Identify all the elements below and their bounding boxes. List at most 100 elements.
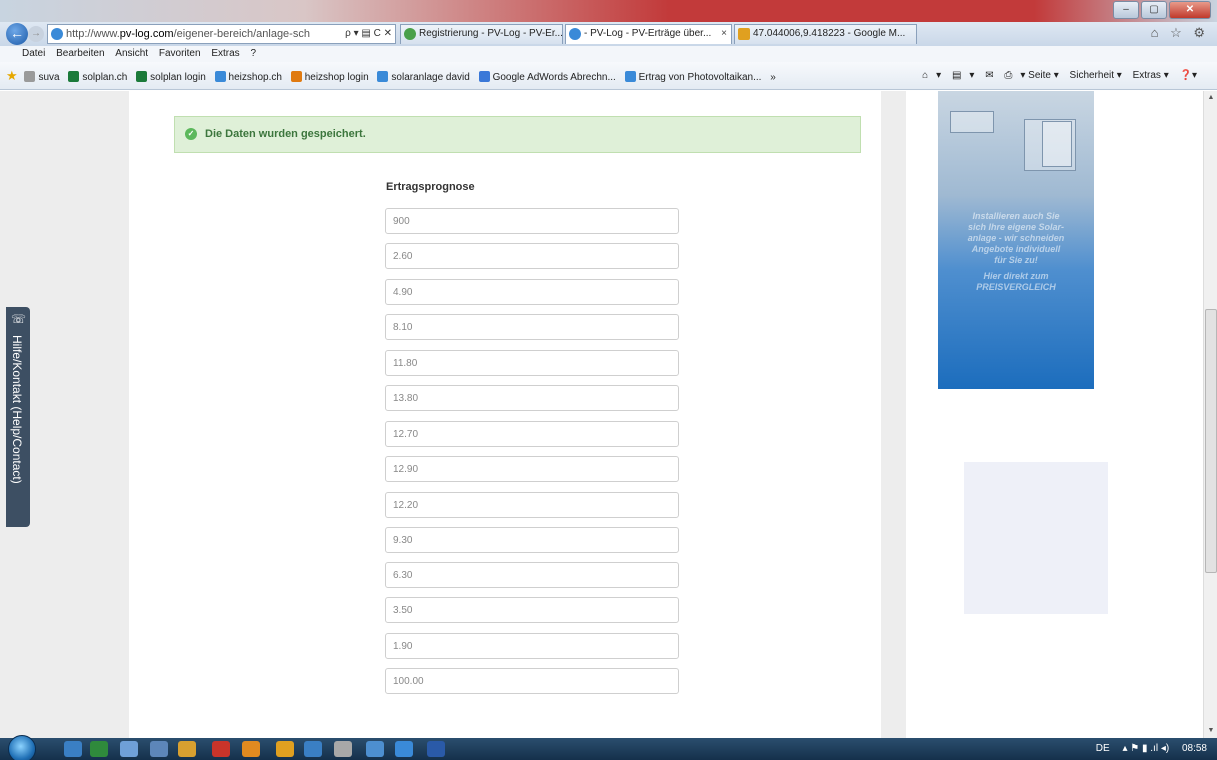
back-button[interactable]: ← <box>6 23 28 45</box>
favorite-ertrag-photovoltaik[interactable]: Ertrag von Photovoltaikan... <box>624 64 761 89</box>
google-icon <box>478 71 490 82</box>
november-input[interactable] <box>385 597 679 623</box>
januar-input[interactable] <box>385 243 679 269</box>
favorite-heizshop[interactable]: heizshop.ch <box>214 64 282 89</box>
ad-line: Installieren auch Sie <box>972 211 1060 221</box>
vertical-scrollbar[interactable]: ▲ ▼ <box>1203 91 1217 738</box>
browser-toolbar-icons[interactable]: ⌂ ☆ ⚙ <box>1151 25 1209 41</box>
favorite-solplan-login[interactable]: solplan login <box>136 64 206 89</box>
windows-taskbar: DE ▴ ⚑ ▮ .ıl ◂) 08:58 <box>0 735 1217 760</box>
scroll-thumb[interactable] <box>1205 309 1217 573</box>
word-taskbar-icon[interactable] <box>427 741 445 757</box>
maerz-input[interactable] <box>385 314 679 340</box>
building-illustration <box>946 111 1086 191</box>
app-taskbar-icon[interactable] <box>150 741 168 757</box>
tab-pv-log-active[interactable]: - PV-Log - PV-Erträge über... × <box>565 24 732 44</box>
form-row-februar: Februar in % <box>150 279 680 305</box>
print-icon[interactable]: ⎙ <box>1004 70 1012 81</box>
form-title: Ertragsprognose <box>386 181 475 193</box>
tray-icons[interactable]: ▴ ⚑ ▮ .ıl ◂) <box>1122 743 1169 754</box>
mai-input[interactable] <box>385 385 679 411</box>
mail-icon[interactable]: ✉ <box>985 70 993 81</box>
menu-bearbeiten[interactable]: Bearbeiten <box>56 48 104 59</box>
sicherheit-menu[interactable]: Sicherheit ▾ <box>1070 70 1122 81</box>
excel-taskbar-icon[interactable] <box>90 741 108 757</box>
menu-ansicht[interactable]: Ansicht <box>115 48 148 59</box>
clock[interactable]: 08:58 <box>1182 743 1207 754</box>
favorite-suva[interactable]: suva <box>24 64 60 89</box>
juni-input[interactable] <box>385 421 679 447</box>
summe-input[interactable] <box>385 668 679 694</box>
ie-taskbar-icon[interactable] <box>395 741 413 757</box>
favorite-label: solplan login <box>150 72 206 83</box>
app-taskbar-icon[interactable] <box>120 741 138 757</box>
solplan-icon <box>136 71 148 82</box>
ad-line: Angebote individuell <box>971 244 1061 254</box>
september-input[interactable] <box>385 527 679 553</box>
menu-bar: Datei Bearbeiten Ansicht Favoriten Extra… <box>0 46 1217 62</box>
app-taskbar-icon[interactable] <box>212 741 230 757</box>
app-taskbar-icon[interactable] <box>334 741 352 757</box>
explorer-taskbar-icon[interactable] <box>64 741 82 757</box>
favorite-heizshop-login[interactable]: heizshop login <box>290 64 369 89</box>
app-taskbar-icon[interactable] <box>178 741 196 757</box>
menu-help[interactable]: ? <box>250 48 256 59</box>
start-button[interactable] <box>8 735 36 760</box>
tab-google-maps[interactable]: 47.044006,9.418223 - Google M... <box>734 24 917 44</box>
home-icon[interactable]: ⌂ <box>922 70 928 81</box>
app-taskbar-icon[interactable] <box>242 741 260 757</box>
app-taskbar-icon[interactable] <box>366 741 384 757</box>
window-shape <box>1042 121 1072 167</box>
favorites-star-icon[interactable]: ★ <box>6 62 18 89</box>
favorites-bar: ★ suva solplan.ch solplan login heizshop… <box>0 62 1217 90</box>
minimize-button[interactable]: – <box>1113 1 1139 19</box>
feeds-dropdown[interactable]: ▾ <box>969 70 974 81</box>
megaphone-icon: ☏ <box>11 312 27 326</box>
april-input[interactable] <box>385 350 679 376</box>
home-dropdown[interactable]: ▾ <box>936 70 941 81</box>
scroll-down-arrow-icon[interactable]: ▼ <box>1204 724 1217 738</box>
forward-button[interactable]: → <box>28 26 44 42</box>
seite-menu[interactable]: ▾ Seite ▾ <box>1020 70 1058 81</box>
help-contact-tab[interactable]: ☏ Hilfe/Kontakt (Help/Contact) <box>6 307 30 527</box>
favorite-solplan[interactable]: solplan.ch <box>68 64 127 89</box>
tab-label: - PV-Log - PV-Erträge über... <box>584 28 712 39</box>
menu-extras[interactable]: Extras <box>211 48 239 59</box>
favorite-google-adwords[interactable]: Google AdWords Abrechn... <box>478 64 616 89</box>
address-bar[interactable]: http://www.pv-log.com/eigener-bereich/an… <box>47 24 396 44</box>
feeds-icon[interactable]: ▤ <box>952 70 961 81</box>
close-tab-icon[interactable]: × <box>721 25 727 43</box>
maximize-button[interactable]: ▢ <box>1141 1 1167 19</box>
form-row-oktober: Oktober in % <box>150 562 680 588</box>
help-icon[interactable]: ❓▾ <box>1180 70 1197 81</box>
address-controls[interactable]: ρ ▾ ▤ C ✕ <box>345 25 392 43</box>
ad-cta[interactable]: Hier direkt zum PREISVERGLEICH <box>942 271 1090 293</box>
solar-ad-banner[interactable]: Installieren auch Sie sich Ihre eigene S… <box>938 91 1094 389</box>
app-taskbar-icon[interactable] <box>304 741 322 757</box>
februar-input[interactable] <box>385 279 679 305</box>
menu-favoriten[interactable]: Favoriten <box>159 48 201 59</box>
tab-label: 47.044006,9.418223 - Google M... <box>753 28 906 39</box>
close-window-button[interactable]: ✕ <box>1169 1 1211 19</box>
menu-datei[interactable]: Datei <box>22 48 45 59</box>
tab-registrierung[interactable]: Registrierung - PV-Log - PV-Er... <box>400 24 563 44</box>
extras-menu[interactable]: Extras ▾ <box>1133 70 1169 81</box>
address-prefix: http://www. <box>66 28 120 40</box>
ad-cta-line: Hier direkt zum <box>983 271 1049 281</box>
juli-input[interactable] <box>385 456 679 482</box>
favorites-overflow-icon[interactable]: » <box>770 64 776 89</box>
ie-page-icon <box>51 28 63 40</box>
favorite-solaranlage-david[interactable]: solaranlage david <box>377 64 470 89</box>
dezember-input[interactable] <box>385 633 679 659</box>
form-row-jahres-soll: Jahres-Soll in kWh/kWp <box>150 208 680 234</box>
form-row-maerz: März in % <box>150 314 680 340</box>
app-taskbar-icon[interactable] <box>276 741 294 757</box>
form-row-september: September in % <box>150 527 680 553</box>
august-input[interactable] <box>385 492 679 518</box>
scroll-up-arrow-icon[interactable]: ▲ <box>1204 91 1217 105</box>
ie-icon <box>377 71 389 82</box>
form-row-summe: Summe <box>150 668 680 694</box>
jahres-soll-input[interactable] <box>385 208 679 234</box>
oktober-input[interactable] <box>385 562 679 588</box>
language-indicator[interactable]: DE <box>1096 743 1110 754</box>
